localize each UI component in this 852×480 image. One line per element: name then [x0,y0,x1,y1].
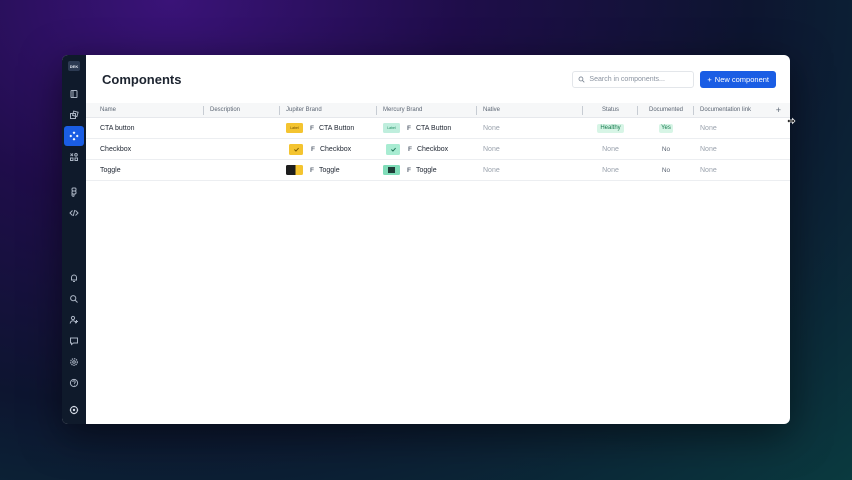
documented-cell[interactable]: No [638,139,694,159]
native-cell[interactable]: None [477,160,583,180]
jupiter-component-label: Checkbox [319,145,352,153]
documented-value: No [661,145,671,153]
jupiter-preview-thumbnail [286,165,303,175]
documented-badge: Yes [659,123,673,133]
new-component-label: New component [714,74,769,84]
search-icon[interactable] [64,289,84,309]
table-row[interactable]: CTA button Label F CTA Button Label F CT… [86,118,790,139]
column-header-name[interactable]: Name [86,103,204,117]
help-icon[interactable] [64,373,84,393]
search-icon [578,76,586,83]
user-add-icon[interactable] [64,310,84,330]
mercury-preview-thumbnail: Label [383,123,400,133]
native-cell[interactable]: None [477,139,583,159]
app-window: DEK Components Search in components... +… [62,55,790,424]
status-cell[interactable]: Healthy [583,118,638,138]
mercury-component-label: Toggle [415,166,437,174]
column-header-status[interactable]: Status [583,103,638,117]
jupiter-component-label: Toggle [318,166,340,174]
shapes-icon[interactable] [64,105,84,125]
mercury-preview-thumbnail [383,165,400,175]
checkmark-icon [390,147,396,152]
jupiter-brand-cell[interactable]: Label F CTA Button [280,118,377,138]
jupiter-brand-cell[interactable]: F Toggle [280,160,377,180]
documentation-link-cell[interactable]: None [694,139,790,159]
figma-icon: F [407,124,411,132]
native-cell[interactable]: None [477,118,583,138]
gear-icon[interactable] [64,352,84,372]
column-header-description[interactable]: Description [204,103,280,117]
page-header: Components Search in components... + New… [86,55,790,103]
figma-icon: F [310,124,314,132]
component-name[interactable]: CTA button [86,118,204,138]
resize-cursor-icon [786,117,796,125]
column-header-jupiter-brand[interactable]: Jupiter Brand [280,103,377,117]
jupiter-preview-thumbnail [289,143,303,155]
status-cell[interactable]: None [583,160,638,180]
page-title: Components [102,71,182,87]
search-placeholder: Search in components... [589,75,665,83]
documented-value: No [661,166,671,174]
chat-icon[interactable] [64,331,84,351]
tokens-icon[interactable] [64,147,84,167]
add-column-button[interactable]: + [776,105,781,115]
mercury-component-label: CTA Button [415,124,452,132]
documented-cell[interactable]: Yes [638,118,694,138]
mercury-preview-thumbnail [386,143,400,155]
jupiter-brand-cell[interactable]: F Checkbox [280,139,377,159]
component-description[interactable] [204,139,280,159]
table-header-row: Name Description Jupiter Brand Mercury B… [86,103,790,118]
jupiter-component-label: CTA Button [318,124,355,132]
figma-icon: F [311,145,315,153]
figma-icon: F [407,166,411,174]
component-description[interactable] [204,118,280,138]
components-icon[interactable] [64,125,84,146]
column-header-documented[interactable]: Documented [638,103,694,117]
workspace-icon[interactable] [64,400,84,420]
figma-icon: F [408,145,412,153]
documentation-link-cell[interactable]: None [694,160,790,180]
component-name[interactable]: Toggle [86,160,204,180]
column-header-mercury-brand[interactable]: Mercury Brand [377,103,477,117]
new-component-button[interactable]: + New component [700,70,776,88]
table-row[interactable]: Checkbox F Checkbox F Checkbox None None… [86,139,790,160]
status-badge: Healthy [597,123,624,133]
book-icon[interactable] [64,84,84,104]
mercury-component-label: Checkbox [416,145,449,153]
column-header-native[interactable]: Native [477,103,583,117]
figma-icon[interactable] [64,182,84,202]
component-description[interactable] [204,160,280,180]
status-cell[interactable]: None [583,139,638,159]
main-panel: Components Search in components... + New… [86,55,790,424]
documentation-link-cell[interactable]: None [694,118,790,138]
mercury-brand-cell[interactable]: Label F CTA Button [377,118,477,138]
jupiter-preview-thumbnail: Label [286,123,303,133]
table-row[interactable]: Toggle F Toggle F Toggle None None No No… [86,160,790,181]
code-icon[interactable] [64,203,84,223]
documented-cell[interactable]: No [638,160,694,180]
mercury-brand-cell[interactable]: F Toggle [377,160,477,180]
component-name[interactable]: Checkbox [86,139,204,159]
plus-icon: + [707,74,712,84]
bell-icon[interactable] [64,268,84,288]
mercury-brand-cell[interactable]: F Checkbox [377,139,477,159]
checkmark-icon [293,147,299,152]
sidebar: DEK [62,55,86,424]
components-table: Name Description Jupiter Brand Mercury B… [86,103,790,181]
search-input[interactable]: Search in components... [572,70,695,88]
figma-icon: F [310,166,314,174]
workspace-logo[interactable]: DEK [68,61,80,71]
